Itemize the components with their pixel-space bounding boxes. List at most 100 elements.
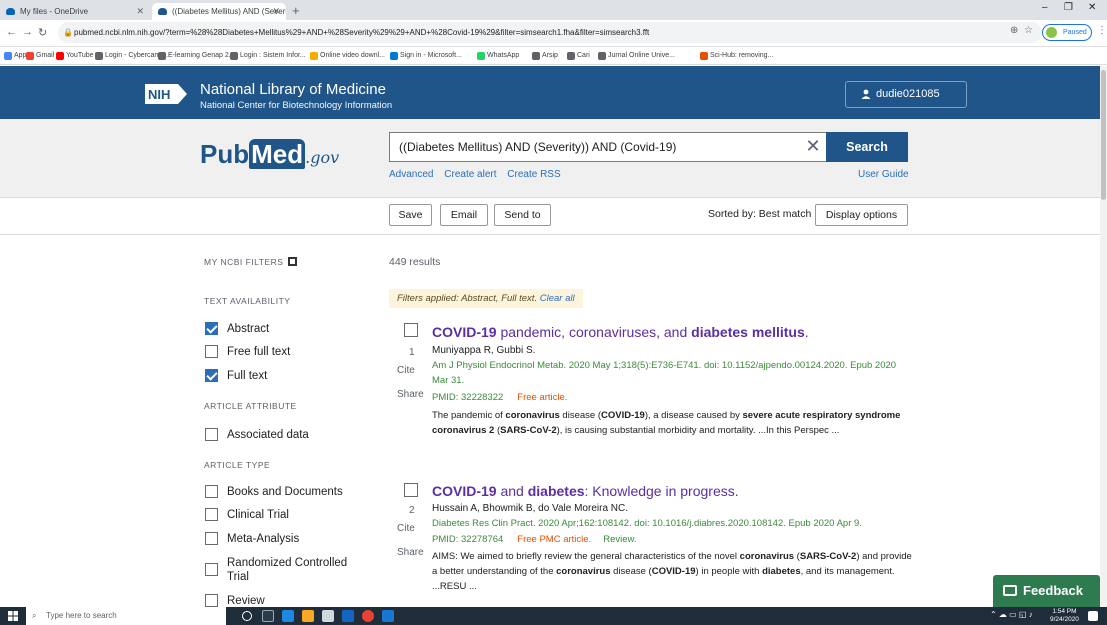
cortana-icon[interactable] [242,611,252,621]
clear-all-link[interactable]: Clear all [540,293,575,304]
save-button[interactable]: Save [389,204,432,226]
cite-button[interactable]: Cite [397,523,415,534]
bookmark-icon [390,52,398,60]
close-tab-icon[interactable]: ✕ [272,3,280,20]
pubmed-favicon-icon [158,8,167,15]
checkbox-unchecked[interactable] [205,485,218,498]
notifications-icon[interactable] [1088,611,1098,621]
advanced-link[interactable]: Advanced [389,169,433,180]
bookmark-label: Jurnal Online Unive... [608,52,675,59]
taskbar-search-input[interactable]: ⌕ Type here to search [26,607,226,625]
cite-button[interactable]: Cite [397,365,415,376]
profile-button[interactable]: Paused [1042,24,1092,41]
my-ncbi-filters-heading[interactable]: MY NCBI FILTERS [204,257,298,267]
email-button[interactable]: Email [440,204,488,226]
reload-icon[interactable]: ↻ [38,26,47,39]
bookmark-item[interactable]: E-learning Genap 2... [158,47,235,65]
back-icon[interactable]: ← [6,26,17,38]
filter-randomized-controlled-trial[interactable]: Randomized Controlled Trial [205,556,355,584]
store-icon[interactable] [322,610,334,622]
result-title-link[interactable]: COVID-19 pandemic, coronaviruses, and di… [432,324,809,340]
user-guide-link[interactable]: User Guide [858,169,909,180]
share-button[interactable]: Share [397,389,424,400]
filter-associated-data[interactable]: Associated data [205,428,309,442]
bookmark-icon [95,52,103,60]
bookmark-icon [56,52,64,60]
bookmark-item[interactable]: Sign in - Microsoft... [390,47,462,65]
user-account-button[interactable]: dudie021085 [845,81,967,108]
filter-clinical-trial[interactable]: Clinical Trial [205,508,289,522]
browser-tab-pubmed[interactable]: ((Diabetes Mellitus) AND (Severi ✕ [152,3,286,20]
checkbox-unchecked[interactable] [205,428,218,441]
star-icon[interactable]: ☆ [1024,25,1033,36]
checkbox-checked[interactable] [205,369,218,382]
new-tab-icon[interactable]: + [292,3,300,18]
result-pmid: PMID: 32278764 Free PMC article. Review. [432,534,637,545]
share-button[interactable]: Share [397,547,424,558]
checkbox-unchecked[interactable] [205,345,218,358]
search-button[interactable]: Search [826,132,908,162]
result-select-checkbox[interactable] [404,323,418,337]
chrome-icon[interactable] [362,610,374,622]
clock[interactable]: 1:54 PM 9/24/2020 [1050,608,1079,624]
pubmed-logo[interactable]: PubMed .gov [200,139,339,170]
system-tray-icons[interactable]: ⌃ ☁ ▭ ◱ ♪ [990,610,1033,619]
bookmark-item[interactable]: Online video downl... [310,47,385,65]
word-icon[interactable] [382,610,394,622]
send-to-button[interactable]: Send to [494,204,551,226]
url-input[interactable]: 🔒 pubmed.ncbi.nlm.nih.gov/?term=%28%28Di… [58,22,1042,43]
edge-icon[interactable] [282,610,294,622]
search-input[interactable]: ((Diabetes Mellitus) AND (Severity)) AND… [389,132,828,162]
search-query: ((Diabetes Mellitus) AND (Severity)) AND… [399,140,677,154]
bookmark-item[interactable]: Jurnal Online Unive... [598,47,675,65]
display-options-button[interactable]: Display options [815,204,908,226]
profile-status: Paused [1063,29,1087,36]
checkbox-checked[interactable] [205,322,218,335]
close-tab-icon[interactable]: ✕ [136,3,144,20]
windows-start-icon[interactable] [8,611,18,621]
task-view-icon[interactable] [262,610,274,622]
bookmark-item[interactable]: Gmail [26,47,54,65]
feedback-button[interactable]: Feedback [993,575,1100,607]
maximize-icon[interactable]: ❐ [1064,2,1073,13]
result-authors: Muniyappa R, Gubbi S. [432,345,536,356]
nih-title[interactable]: National Library of Medicine [200,81,386,98]
checkbox-unchecked[interactable] [205,508,218,521]
filter-free-full-text[interactable]: Free full text [205,345,290,359]
bookmark-label: YouTube [66,52,94,59]
bookmark-item[interactable]: Cari [567,47,590,65]
clear-search-icon[interactable]: ✕ [798,132,828,162]
sort-label[interactable]: Sorted by: Best match [708,208,811,220]
filter-books-and-documents[interactable]: Books and Documents [205,485,343,499]
bookmark-item[interactable]: YouTube [56,47,94,65]
result-select-checkbox[interactable] [404,483,418,497]
browser-tab-onedrive[interactable]: My files - OneDrive ✕ [0,3,150,20]
bookmark-item[interactable]: Sci-Hub: removing... [700,47,773,65]
minimize-icon[interactable]: – [1042,2,1048,13]
create-rss-link[interactable]: Create RSS [507,169,560,180]
forward-icon[interactable]: → [22,26,33,38]
bookmark-label: Online video downl... [320,52,385,59]
close-window-icon[interactable]: ✕ [1088,2,1096,13]
filter-full-text[interactable]: Full text [205,369,267,383]
result-number: 2 [409,505,415,516]
bookmark-item[interactable]: WhatsApp [477,47,519,65]
scrollbar-thumb[interactable] [1101,70,1106,200]
create-alert-link[interactable]: Create alert [444,169,496,180]
mail-icon[interactable] [342,610,354,622]
zoom-icon[interactable]: ⊕ [1010,25,1018,36]
bookmark-item[interactable]: Login : Sistem Infor... [230,47,306,65]
filter-abstract[interactable]: Abstract [205,322,269,336]
bookmark-label: Sci-Hub: removing... [710,52,774,59]
bookmark-item[interactable]: Arsip [532,47,558,65]
checkbox-unchecked[interactable] [205,563,218,576]
result-title-link[interactable]: COVID-19 and diabetes: Knowledge in prog… [432,483,739,499]
filter-review[interactable]: Review [205,594,265,608]
result-snippet: AIMS: We aimed to briefly review the gen… [432,551,912,592]
filter-meta-analysis[interactable]: Meta-Analysis [205,532,299,546]
nih-logo[interactable]: NIH [144,83,188,105]
menu-icon[interactable]: ⋮ [1097,25,1107,36]
checkbox-unchecked[interactable] [205,594,218,607]
file-explorer-icon[interactable] [302,610,314,622]
checkbox-unchecked[interactable] [205,532,218,545]
